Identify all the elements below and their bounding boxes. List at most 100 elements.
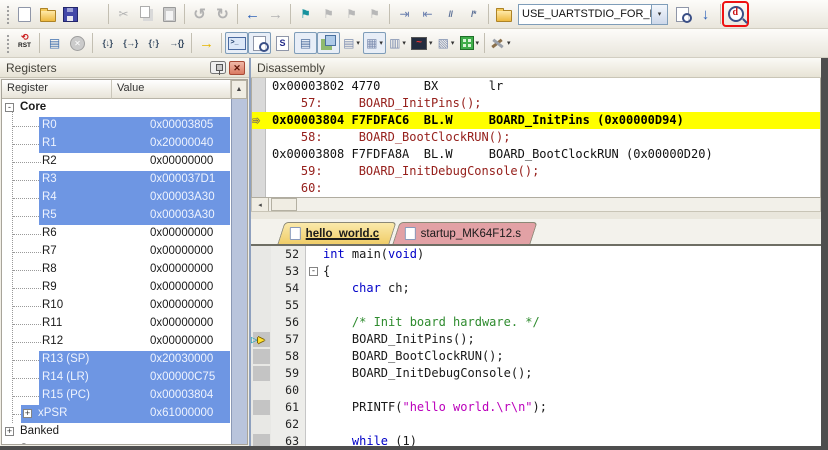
expand-icon[interactable]: + bbox=[5, 427, 14, 436]
register-row-xPSR[interactable]: +xPSR0x61000000 bbox=[2, 405, 247, 423]
step-over-button[interactable]: {→} bbox=[119, 32, 142, 54]
disassembly-window-button[interactable] bbox=[248, 32, 271, 54]
register-row-R6[interactable]: R60x00000000 bbox=[2, 225, 247, 243]
code-editor[interactable]: 52int main(void)53-{54 char ch;5556 /* I… bbox=[251, 246, 821, 446]
scroll-left-icon[interactable]: ◂ bbox=[252, 198, 269, 211]
run-button[interactable]: ▤ bbox=[43, 32, 66, 54]
show-next-statement-icon: → bbox=[199, 36, 214, 51]
save-all-button[interactable] bbox=[82, 3, 105, 25]
register-row-R4[interactable]: R40x00003A30 bbox=[2, 189, 247, 207]
register-row-R3[interactable]: R30x000037D1 bbox=[2, 171, 247, 189]
register-row-Banked[interactable]: +Banked bbox=[2, 423, 247, 441]
step-into-button[interactable]: {↓} bbox=[96, 32, 119, 54]
trace-window-button[interactable]: ▧▾ bbox=[435, 32, 458, 54]
uncomment-selection-button[interactable]: /* bbox=[462, 3, 485, 25]
command-window-button[interactable]: >_ bbox=[225, 32, 248, 54]
register-row-R14-LR[interactable]: R14 (LR)0x00000C75 bbox=[2, 369, 247, 387]
navigate-forward-button[interactable]: → bbox=[264, 3, 287, 25]
register-name: System bbox=[20, 443, 58, 445]
comment-selection-button[interactable]: // bbox=[439, 3, 462, 25]
register-value: 0x00000000 bbox=[150, 281, 213, 293]
reset-cpu-icon: RST bbox=[18, 36, 31, 50]
run-to-cursor-button[interactable]: →{} bbox=[165, 32, 188, 54]
column-header-register[interactable]: Register bbox=[2, 80, 112, 99]
register-row-R13-SP[interactable]: R13 (SP)0x20030000 bbox=[2, 351, 247, 369]
separator bbox=[108, 4, 109, 24]
new-file-button[interactable] bbox=[13, 3, 36, 25]
symbol-window-button[interactable]: S bbox=[271, 32, 294, 54]
scroll-up-icon[interactable]: ▲ bbox=[231, 80, 247, 99]
close-icon[interactable]: ✕ bbox=[229, 61, 245, 75]
register-row-Core[interactable]: -Core bbox=[2, 99, 247, 117]
chevron-down-icon: ▾ bbox=[451, 39, 455, 47]
register-row-R11[interactable]: R110x00000000 bbox=[2, 315, 247, 333]
undo-button[interactable]: ↺ bbox=[188, 3, 211, 25]
redo-button[interactable]: ↻ bbox=[211, 3, 234, 25]
tab-startup_MK64F12.s[interactable]: startup_MK64F12.s bbox=[392, 222, 538, 244]
load-application-button[interactable] bbox=[492, 3, 515, 25]
download-flash-button[interactable]: ↓ bbox=[694, 3, 717, 25]
chevron-down-icon[interactable]: ▾ bbox=[651, 5, 667, 24]
register-row-R12[interactable]: R120x00000000 bbox=[2, 333, 247, 351]
scrollbar-thumb[interactable] bbox=[271, 198, 297, 211]
register-row-R10[interactable]: R100x00000000 bbox=[2, 297, 247, 315]
register-row-R15-PC[interactable]: R15 (PC)0x00003804 bbox=[2, 387, 247, 405]
debug-settings-button[interactable]: ▾ bbox=[488, 32, 513, 54]
navigate-back-button[interactable]: ← bbox=[241, 3, 264, 25]
memory-window-button[interactable]: ▦▾ bbox=[363, 32, 386, 54]
clear-bookmarks-button[interactable]: ⚑ bbox=[363, 3, 386, 25]
analysis-window-button[interactable]: ~▾ bbox=[409, 32, 435, 54]
pin-icon[interactable] bbox=[210, 61, 226, 74]
paste-button[interactable] bbox=[158, 3, 181, 25]
goto-prev-bookmark-button[interactable]: ⚑ bbox=[340, 3, 363, 25]
code-line-52: 52int main(void) bbox=[251, 246, 821, 263]
tab-hello_world.c[interactable]: hello_world.c bbox=[277, 222, 396, 244]
disassembly-horizontal-scrollbar[interactable]: ◂ bbox=[251, 198, 821, 212]
separator bbox=[389, 4, 390, 24]
line-number: 54 bbox=[271, 280, 299, 297]
line-number: 52 bbox=[271, 246, 299, 263]
toggle-bookmark-button[interactable]: ⚑ bbox=[294, 3, 317, 25]
cut-button[interactable]: ✂ bbox=[112, 3, 135, 25]
system-viewer-button[interactable]: ▾ bbox=[458, 32, 482, 54]
show-next-statement-button[interactable]: → bbox=[195, 32, 218, 54]
start-stop-debug-button[interactable] bbox=[724, 3, 747, 25]
register-row-System[interactable]: +System bbox=[2, 441, 247, 445]
code-line-54: 54 char ch; bbox=[251, 280, 821, 297]
registers-window-button[interactable]: ▤ bbox=[294, 32, 317, 54]
register-row-R1[interactable]: R10x20000040 bbox=[2, 135, 247, 153]
register-name: R8 bbox=[42, 263, 57, 275]
code-text: PRINTF("hello world.\r\n"); bbox=[323, 399, 547, 416]
call-stack-window-button[interactable] bbox=[317, 32, 340, 54]
reset-cpu-button[interactable]: RST bbox=[13, 32, 36, 54]
register-row-R9[interactable]: R90x00000000 bbox=[2, 279, 247, 297]
register-row-R8[interactable]: R80x00000000 bbox=[2, 261, 247, 279]
goto-next-bookmark-button[interactable]: ⚑ bbox=[317, 3, 340, 25]
register-row-R7[interactable]: R70x00000000 bbox=[2, 243, 247, 261]
indent-button[interactable]: ⇥ bbox=[393, 3, 416, 25]
target-select[interactable]: USE_UARTSTDIO_FOR_EF▾ bbox=[518, 4, 668, 25]
step-out-button[interactable]: {↑} bbox=[142, 32, 165, 54]
copy-button[interactable] bbox=[135, 3, 158, 25]
register-row-R5[interactable]: R50x00003A30 bbox=[2, 207, 247, 225]
splitter[interactable] bbox=[251, 212, 821, 219]
save-button[interactable] bbox=[59, 3, 82, 25]
toolbar-gripper bbox=[5, 4, 10, 24]
code-line-63: 63 while (1) bbox=[251, 433, 821, 446]
register-row-R2[interactable]: R20x00000000 bbox=[2, 153, 247, 171]
watch-window-button[interactable]: ▤▾ bbox=[340, 32, 363, 54]
step-out-icon: {↑} bbox=[148, 39, 158, 48]
open-file-button[interactable] bbox=[36, 3, 59, 25]
column-header-value[interactable]: Value bbox=[112, 80, 231, 99]
register-name: R2 bbox=[42, 155, 57, 167]
fold-collapse-icon[interactable]: - bbox=[309, 267, 318, 276]
stop-button[interactable]: ✕ bbox=[66, 32, 89, 54]
collapse-icon[interactable]: - bbox=[5, 103, 14, 112]
comment-selection-icon: // bbox=[448, 10, 452, 19]
find-in-files-button[interactable] bbox=[671, 3, 694, 25]
registers-vertical-scrollbar[interactable] bbox=[231, 99, 247, 444]
register-row-R0[interactable]: R00x00003805 bbox=[2, 117, 247, 135]
outdent-button[interactable]: ⇤ bbox=[416, 3, 439, 25]
serial-window-button[interactable]: ▥▾ bbox=[386, 32, 409, 54]
expand-icon[interactable]: + bbox=[23, 409, 32, 418]
